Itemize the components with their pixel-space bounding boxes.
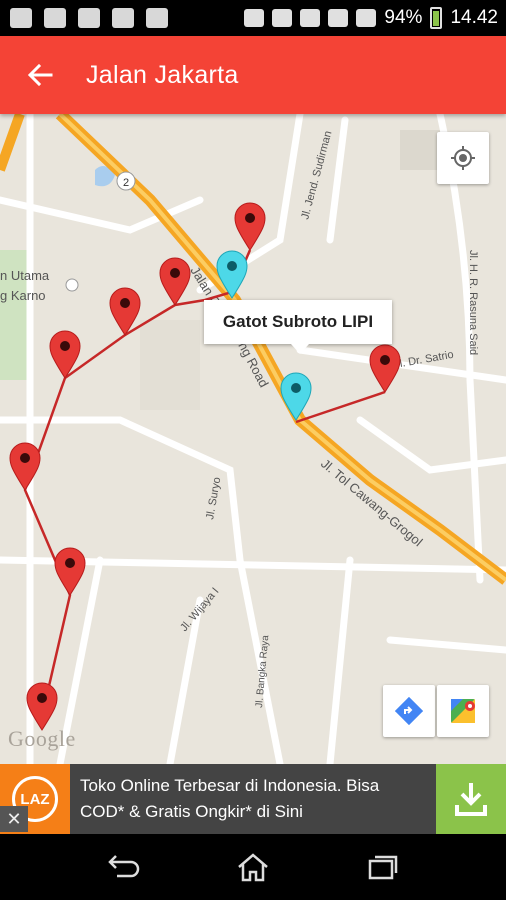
battery-icon — [430, 7, 443, 29]
red-marker[interactable] — [54, 547, 86, 596]
street-label: Jl. H. R. Rasuna Said — [467, 250, 479, 355]
back-icon — [108, 855, 140, 878]
home-icon — [238, 853, 268, 882]
marker-info-window[interactable]: Gatot Subroto LIPI — [204, 300, 392, 354]
ad-text: Toko Online Terbesar di Indonesia. Bisa … — [70, 773, 436, 825]
wifi-icon — [328, 9, 349, 27]
chat-notification-icon — [112, 8, 134, 28]
ad-text-line: Toko Online Terbesar di Indonesia. Bisa — [80, 776, 380, 795]
plus-notification-icon — [10, 8, 32, 28]
system-nav-bar — [0, 834, 506, 900]
download-icon — [455, 783, 487, 816]
place-label: g Karno — [0, 288, 46, 303]
google-maps-icon — [451, 699, 475, 723]
battery-percent: 94% — [384, 7, 423, 28]
apps-notification-icon — [44, 8, 66, 28]
nav-back-button[interactable] — [94, 842, 154, 892]
dropbox-icon — [146, 8, 168, 28]
nav-recents-button[interactable] — [352, 842, 412, 892]
cyan-marker[interactable] — [280, 372, 312, 421]
status-bar: 94% 14.42 — [0, 0, 506, 36]
red-marker[interactable] — [9, 442, 41, 491]
my-location-icon — [451, 146, 475, 170]
my-location-button[interactable] — [437, 132, 489, 184]
red-marker[interactable] — [369, 344, 401, 393]
red-marker[interactable] — [159, 257, 191, 306]
place-label: n Utama — [0, 268, 50, 283]
shield-icon — [244, 9, 265, 27]
directions-button[interactable] — [383, 685, 435, 737]
page-title: Jalan Jakarta — [86, 60, 239, 89]
google-logo: Google — [8, 726, 76, 751]
ad-banner[interactable]: LAZ Toko Online Terbesar di Indonesia. B… — [0, 764, 506, 834]
app-bar: Jalan Jakarta — [0, 36, 506, 114]
place-poi-icon — [65, 278, 79, 292]
alarm-icon — [300, 9, 321, 27]
image-notification-icon — [78, 8, 100, 28]
close-icon: ✕ — [6, 808, 22, 829]
directions-icon — [395, 697, 423, 725]
highway-shield-label: 2 — [123, 177, 129, 189]
ad-download-button[interactable] — [436, 764, 506, 834]
street-label: Jl. Wijaya I — [178, 585, 221, 633]
street-label: Jl. Suryo — [204, 476, 223, 520]
nav-home-button[interactable] — [223, 842, 283, 892]
ad-close-button[interactable]: ✕ — [0, 806, 28, 832]
ad-text-line: COD* & Gratis Ongkir* di Sini — [80, 802, 303, 821]
map-view[interactable]: 2 Jl. Jend. Sudirman Jl. H. R. Rasuna Sa… — [0, 114, 506, 764]
back-button[interactable] — [10, 45, 70, 105]
street-label: Jl. Jend. Sudirman — [299, 130, 334, 221]
recents-icon — [368, 855, 397, 880]
red-marker[interactable] — [234, 202, 266, 251]
arrow-back-icon — [27, 64, 53, 86]
open-google-maps-button[interactable] — [437, 685, 489, 737]
clock: 14.42 — [450, 7, 498, 28]
signal-icon — [356, 9, 377, 27]
map-canvas: 2 Jl. Jend. Sudirman Jl. H. R. Rasuna Sa… — [0, 114, 506, 764]
vibrate-icon — [272, 9, 293, 27]
